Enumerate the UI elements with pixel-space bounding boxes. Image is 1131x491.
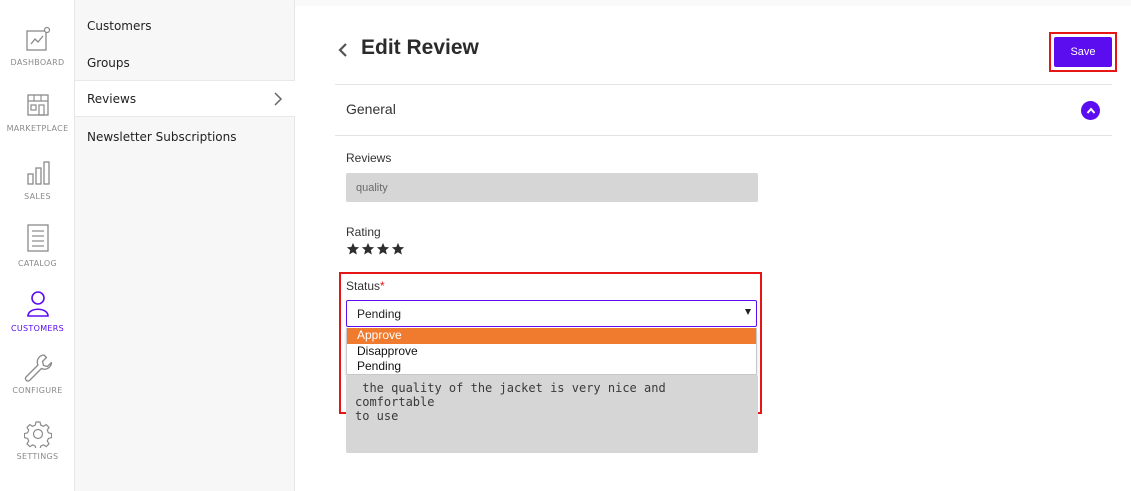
back-chevron-icon[interactable]: [337, 42, 349, 58]
reviews-input[interactable]: [346, 173, 758, 202]
rating-stars[interactable]: [346, 242, 405, 256]
rail-label: CONFIGURE: [12, 386, 63, 395]
main-content: Edit Review Save General Reviews Rating …: [295, 0, 1131, 491]
required-marker: *: [380, 279, 385, 293]
status-option-disapprove[interactable]: Disapprove: [347, 344, 756, 360]
submenu-item-label: Reviews: [87, 91, 137, 106]
dropdown-arrow-icon: [745, 309, 751, 315]
rail-item-customers[interactable]: CUSTOMERS: [0, 290, 75, 333]
collapse-section-button[interactable]: [1081, 101, 1100, 120]
status-select[interactable]: Pending: [346, 300, 757, 327]
star-icon: [346, 242, 360, 255]
rail-label: CATALOG: [18, 259, 57, 268]
rail-label: MARKETPLACE: [6, 124, 69, 133]
submenu-item-customers[interactable]: Customers: [75, 7, 295, 44]
status-option-approve[interactable]: Approve: [347, 328, 756, 344]
rail-label: SALES: [24, 192, 51, 201]
submenu-item-label: Groups: [87, 55, 130, 70]
rail-label: SETTINGS: [16, 452, 59, 461]
catalog-icon: [26, 224, 49, 252]
star-icon: [361, 242, 375, 255]
divider: [335, 84, 1112, 85]
section-title-general: General: [346, 101, 396, 117]
rail-item-configure[interactable]: CONFIGURE: [0, 352, 75, 395]
status-label-text: Status: [346, 279, 381, 293]
rail-item-dashboard[interactable]: DASHBOARD: [0, 26, 75, 67]
status-dropdown-list: Approve Disapprove Pending: [346, 328, 757, 375]
rail-item-catalog[interactable]: CATALOG: [0, 223, 75, 268]
wrench-icon: [24, 354, 52, 382]
sales-icon: [26, 161, 50, 185]
gear-icon: [23, 421, 52, 448]
submenu-item-reviews[interactable]: Reviews: [75, 80, 295, 117]
status-label: Status*: [346, 279, 385, 293]
reviews-label: Reviews: [346, 151, 392, 165]
top-strip: [295, 0, 1131, 6]
star-icon: [376, 242, 390, 255]
divider: [335, 135, 1112, 136]
submenu-item-newsletter-subscriptions[interactable]: Newsletter Subscriptions: [75, 118, 295, 155]
page-title: Edit Review: [361, 36, 479, 59]
dashboard-icon: [25, 26, 50, 51]
submenu-item-label: Customers: [87, 18, 152, 33]
chevron-right-icon: [274, 92, 283, 106]
marketplace-icon: [26, 94, 49, 116]
rail-item-marketplace[interactable]: MARKETPLACE: [0, 92, 75, 133]
submenu-item-groups[interactable]: Groups: [75, 44, 295, 81]
rating-label: Rating: [346, 225, 381, 239]
customers-icon: [26, 291, 49, 317]
star-icon: [391, 242, 405, 255]
rail-label: CUSTOMERS: [11, 324, 64, 333]
rail-label: DASHBOARD: [10, 58, 65, 67]
customers-submenu: Customers Groups Reviews Newsletter Subs…: [75, 0, 295, 491]
submenu-item-label: Newsletter Subscriptions: [87, 129, 237, 144]
status-selected-value: Pending: [357, 306, 402, 321]
rail-item-settings[interactable]: SETTINGS: [0, 420, 75, 461]
rail-item-sales[interactable]: SALES: [0, 160, 75, 201]
icon-rail: DASHBOARD MARKETPLACE SALES CATALOG CUST…: [0, 0, 75, 491]
chevron-up-icon: [1086, 106, 1095, 114]
save-button[interactable]: Save: [1054, 37, 1112, 67]
review-comment-textarea[interactable]: the quality of the jacket is very nice a…: [346, 375, 758, 453]
status-option-pending[interactable]: Pending: [347, 359, 756, 375]
